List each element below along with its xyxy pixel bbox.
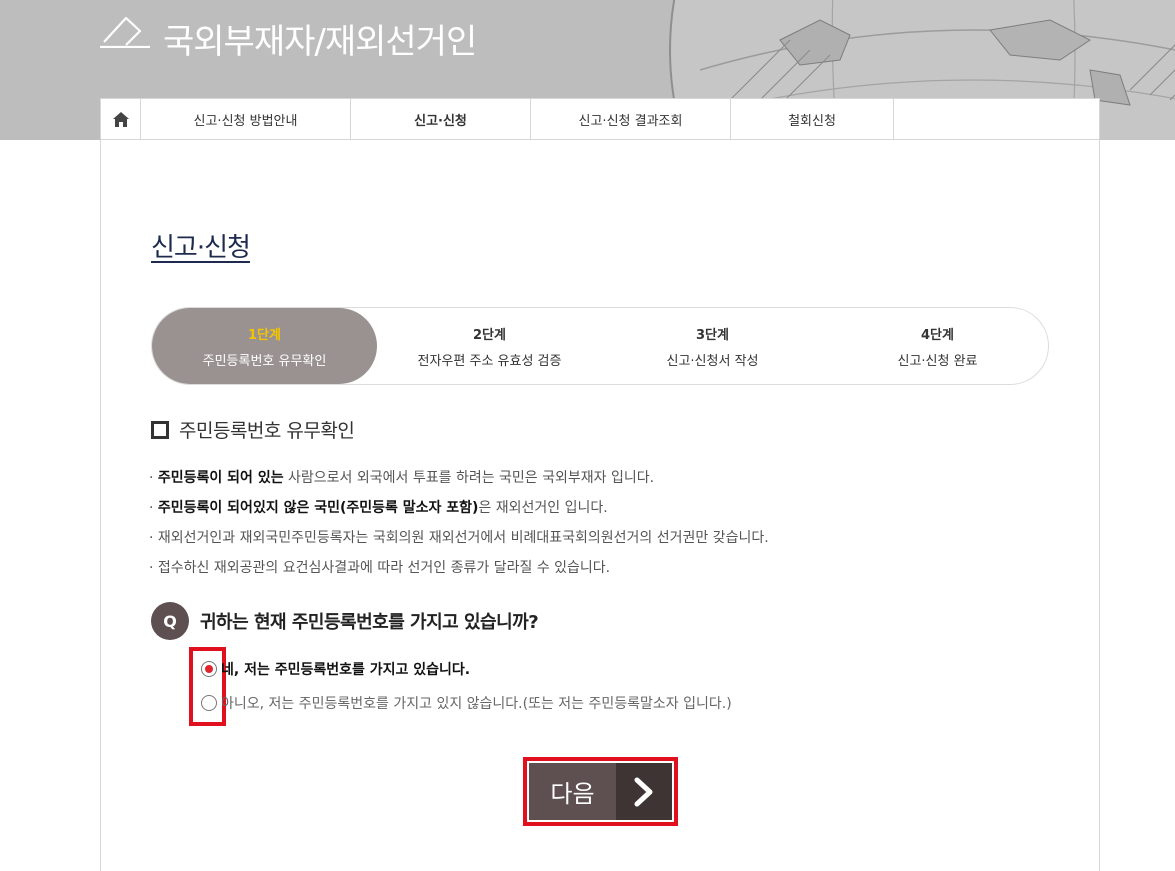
step-3-num: 3단계	[696, 327, 729, 343]
next-button-label: 다음	[529, 763, 616, 820]
note-2: · 주민등록이 되어있지 않은 국민(주민등록 말소자 포함)은 재외선거인 입…	[149, 500, 608, 516]
step-2-num: 2단계	[473, 327, 506, 343]
nav-item-result[interactable]: 신고·신청 결과조회	[531, 99, 731, 139]
page-title: 신고·신청	[151, 233, 251, 263]
question: Q 귀하는 현재 주민등록번호를 가지고 있습니까?	[151, 602, 539, 640]
radio-no[interactable]	[201, 695, 217, 711]
step-1-label: 주민등록번호 유무확인	[202, 353, 327, 369]
step-3-label: 신고·신청서 작성	[666, 353, 759, 369]
option-no-label: 아니오, 저는 주민등록번호를 가지고 있지 않습니다.(또는 저는 주민등록말…	[221, 696, 732, 712]
step-4: 4단계 신고·신청 완료	[825, 308, 1050, 384]
option-no[interactable]: 아니오, 저는 주민등록번호를 가지고 있지 않습니다.(또는 저는 주민등록말…	[201, 693, 732, 713]
section-heading: 주민등록번호 유무확인	[151, 416, 355, 443]
step-4-num: 4단계	[921, 327, 954, 343]
chevron-right-icon	[616, 763, 672, 820]
note-3: · 재외선거인과 재외국민주민등록자는 국회의원 재외선거에서 비례대표국회의원…	[149, 530, 769, 546]
square-bullet-icon	[151, 420, 169, 439]
note-1: · 주민등록이 되어 있는 사람으로서 외국에서 투표를 하려는 국민은 국외부…	[149, 470, 655, 486]
pencil-eraser-icon	[100, 16, 150, 48]
nav-item-apply[interactable]: 신고·신청	[351, 99, 531, 139]
step-3: 3단계 신고·신청서 작성	[600, 308, 825, 384]
option-yes-label: 네, 저는 주민등록번호를 가지고 있습니다.	[221, 662, 471, 678]
note-4: · 접수하신 재외공관의 요건심사결과에 따라 선거인 종류가 달라질 수 있습…	[149, 560, 611, 576]
step-1-num: 1단계	[248, 327, 281, 343]
nav-home[interactable]	[101, 99, 141, 139]
site-logo[interactable]	[100, 12, 150, 48]
q-badge: Q	[151, 602, 189, 640]
next-button[interactable]: 다음	[529, 763, 672, 820]
nav-item-withdraw[interactable]: 철회신청	[731, 99, 894, 139]
site-title: 국외부재자/재외선거인	[163, 22, 477, 62]
step-1: 1단계 주민등록번호 유무확인	[152, 308, 377, 384]
option-yes[interactable]: 네, 저는 주민등록번호를 가지고 있습니다.	[201, 659, 470, 679]
step-2: 2단계 전자우편 주소 유효성 검증	[377, 308, 602, 384]
section-title: 주민등록번호 유무확인	[179, 420, 355, 442]
home-icon	[112, 111, 129, 127]
step-indicator: 1단계 주민등록번호 유무확인 2단계 전자우편 주소 유효성 검증 3단계 신…	[151, 307, 1049, 385]
main-nav: 신고·신청 방법안내 신고·신청 신고·신청 결과조회 철회신청	[101, 99, 1099, 140]
step-4-label: 신고·신청 완료	[897, 353, 978, 369]
step-2-label: 전자우편 주소 유효성 검증	[417, 353, 562, 369]
question-text: 귀하는 현재 주민등록번호를 가지고 있습니까?	[200, 612, 539, 633]
nav-item-guide[interactable]: 신고·신청 방법안내	[141, 99, 351, 139]
radio-yes[interactable]	[201, 661, 217, 677]
content-card: 신고·신청 방법안내 신고·신청 신고·신청 결과조회 철회신청 신고·신청 1…	[100, 98, 1100, 871]
notes-list: · 주민등록이 되어 있는 사람으로서 외국에서 투표를 하려는 국민은 국외부…	[149, 468, 769, 588]
